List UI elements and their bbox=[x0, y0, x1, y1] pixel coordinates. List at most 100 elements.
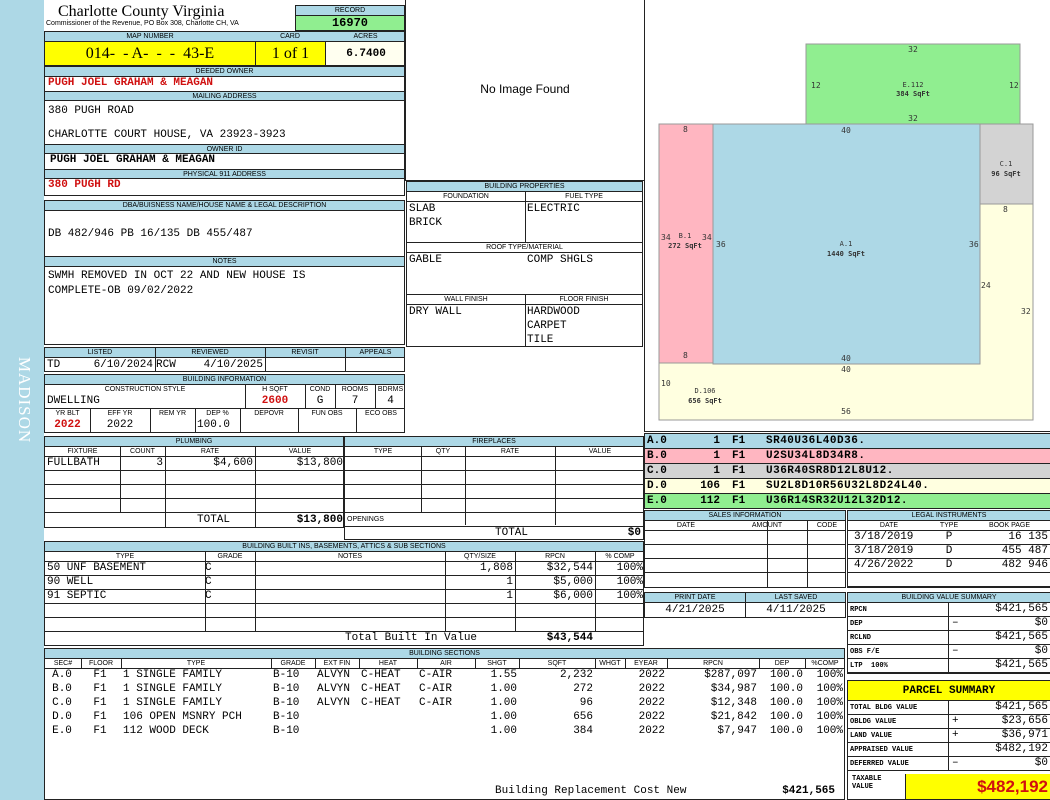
record-number: 16970 bbox=[296, 16, 404, 30]
section-col-header: GRADE bbox=[280, 660, 306, 667]
roof-material: COMP SHGLS bbox=[527, 254, 594, 266]
sketch-dim: 8 bbox=[683, 351, 688, 360]
sales-col-code: CODE bbox=[816, 522, 838, 529]
plumbing-fixture: FULLBATH bbox=[47, 457, 100, 469]
sketch-dim: 34 bbox=[702, 233, 712, 242]
sketch-code-floor: F1 bbox=[732, 450, 746, 462]
plumbing-total-label: TOTAL bbox=[197, 514, 231, 526]
hsqft-value: 2600 bbox=[261, 395, 289, 407]
fireplaces-box: FIREPLACES TYPE QTY RATE VALUE OPENINGS … bbox=[344, 436, 644, 540]
sketch-dim: 32 bbox=[1021, 307, 1031, 316]
section-cell: C-HEAT bbox=[361, 683, 401, 695]
builtin-cell: $32,544 bbox=[546, 562, 593, 574]
li-col-book: BOOK PAGE bbox=[988, 522, 1031, 529]
sketch-code-sec: A.0 bbox=[647, 435, 667, 447]
section-cell: 384 bbox=[573, 725, 593, 737]
section-cell: ALVYN bbox=[317, 683, 351, 695]
section-col-header: SHGT bbox=[487, 660, 507, 667]
col-line bbox=[625, 659, 626, 668]
sketch-code-row: D.0 106 F1 SU2L8D10R56U32L8D24L40. bbox=[645, 479, 1050, 494]
notes-line-2: COMPLETE-OB 09/02/2022 bbox=[48, 285, 194, 297]
bvs-value: $0 bbox=[1034, 617, 1048, 629]
style-label: CONSTRUCTION STYLE bbox=[104, 386, 186, 393]
rooms-value: 7 bbox=[351, 395, 359, 407]
legal-instruments-label: LEGAL INSTRUMENTS bbox=[848, 511, 1050, 521]
section-cell: 1.00 bbox=[490, 683, 517, 695]
section-cell: 2022 bbox=[638, 669, 665, 681]
sketch-code-floor: F1 bbox=[732, 480, 746, 492]
sketch-dim: 24 bbox=[981, 281, 991, 290]
effyr-value: 2022 bbox=[106, 419, 134, 431]
revisit-label: REVISIT bbox=[291, 349, 319, 356]
col-line bbox=[515, 552, 516, 631]
col-line bbox=[81, 659, 82, 668]
owner-id-label: OWNER ID bbox=[45, 144, 404, 154]
section-cell: 2022 bbox=[638, 725, 665, 737]
bvs-value: $421,565 bbox=[995, 659, 1048, 671]
office-address: Commissioner of the Revenue, PO Box 308,… bbox=[46, 20, 239, 27]
plumbing-col-value: VALUE bbox=[288, 448, 312, 455]
reviewed-by: RCW bbox=[156, 359, 176, 371]
bi-col-comp: % COMP bbox=[605, 553, 635, 560]
plumbing-col-count: COUNT bbox=[130, 448, 155, 455]
section-cell: $287,097 bbox=[704, 669, 757, 681]
parcel-value: $0 bbox=[1034, 757, 1048, 769]
deeded-owner-label: DEEDED OWNER bbox=[45, 67, 404, 77]
listed-by: TD bbox=[47, 359, 61, 371]
fuel-type: ELECTRIC bbox=[527, 203, 580, 215]
builtin-cell: 1,808 bbox=[479, 562, 513, 574]
builtin-cell: $6,000 bbox=[553, 590, 593, 602]
section-cell: B-10 bbox=[273, 669, 300, 681]
parcel-value: $36,971 bbox=[1001, 729, 1048, 741]
replacement-cost-label: Building Replacement Cost New bbox=[495, 785, 687, 797]
floor-finish-label: FLOOR FINISH bbox=[559, 296, 609, 303]
card-label: CARD bbox=[280, 33, 300, 40]
section-cell: B-10 bbox=[273, 683, 300, 695]
section-col-header: EYEAR bbox=[634, 660, 658, 667]
li-date: 4/26/2022 bbox=[854, 559, 914, 571]
sketch-code-row: C.0 1 F1 U36R40SR8D12L8U12. bbox=[645, 464, 1050, 479]
fp-openings-label: OPENINGS bbox=[347, 516, 384, 523]
section-cell: 100.0 bbox=[769, 683, 803, 695]
li-book: 16 135 bbox=[1008, 531, 1048, 543]
fp-col-type: TYPE bbox=[373, 448, 393, 455]
floor-finish-1: HARDWOOD bbox=[527, 306, 580, 318]
bi-col-rpcn: RPCN bbox=[545, 553, 565, 560]
plumbing-box: PLUMBING FIXTURE COUNT RATE VALUE FULLBA… bbox=[44, 436, 344, 528]
wall-finish-label: WALL FINISH bbox=[444, 296, 488, 303]
section-cell: 2,232 bbox=[559, 669, 593, 681]
section-col-header: AIR bbox=[440, 660, 452, 667]
builtin-cell: 100% bbox=[616, 576, 643, 588]
map-number: 014- - A- - - 43-E bbox=[45, 42, 255, 65]
funobs-label: FUN OBS bbox=[311, 410, 343, 417]
section-cell: B.0 bbox=[52, 683, 72, 695]
section-cell: C-AIR bbox=[419, 683, 453, 695]
roof-label: ROOF TYPE/MATERIAL bbox=[486, 244, 563, 251]
bvs-label: BUILDING VALUE SUMMARY bbox=[848, 593, 1050, 603]
floor-finish-2: CARPET bbox=[527, 320, 567, 332]
foundation-2: BRICK bbox=[409, 217, 443, 229]
col-line bbox=[445, 552, 446, 631]
fp-col-rate: RATE bbox=[500, 448, 520, 455]
plumbing-value: $13,800 bbox=[296, 457, 343, 469]
bvs-label-cell: OBS F/E bbox=[850, 648, 880, 656]
sketch-code-sec: C.0 bbox=[647, 465, 667, 477]
section-cell: C-HEAT bbox=[361, 697, 401, 709]
building-info-box: BUILDING INFORMATION CONSTRUCTION STYLE … bbox=[44, 374, 405, 433]
row-line bbox=[45, 617, 643, 618]
cond-value: G bbox=[316, 395, 324, 407]
section-cell: C-AIR bbox=[419, 697, 453, 709]
building-info-label: BUILDING INFORMATION bbox=[45, 375, 404, 385]
sketch-code-sec: D.0 bbox=[647, 480, 667, 492]
sketch-dim: 32 bbox=[908, 45, 918, 54]
col-line bbox=[475, 659, 476, 668]
taxable-value: $482,192 bbox=[905, 774, 1050, 799]
physical-address: 380 PUGH RD bbox=[48, 179, 121, 191]
fp-total-label: TOTAL bbox=[495, 527, 529, 539]
yrblt-value: 2022 bbox=[54, 419, 81, 431]
record-box: RECORD 16970 bbox=[295, 5, 405, 31]
county-title: Charlotte County Virginia bbox=[58, 3, 225, 20]
foundation-label: FOUNDATION bbox=[443, 193, 489, 200]
sketch-dim: 40 bbox=[841, 126, 851, 135]
section-cell: 100% bbox=[816, 697, 843, 709]
